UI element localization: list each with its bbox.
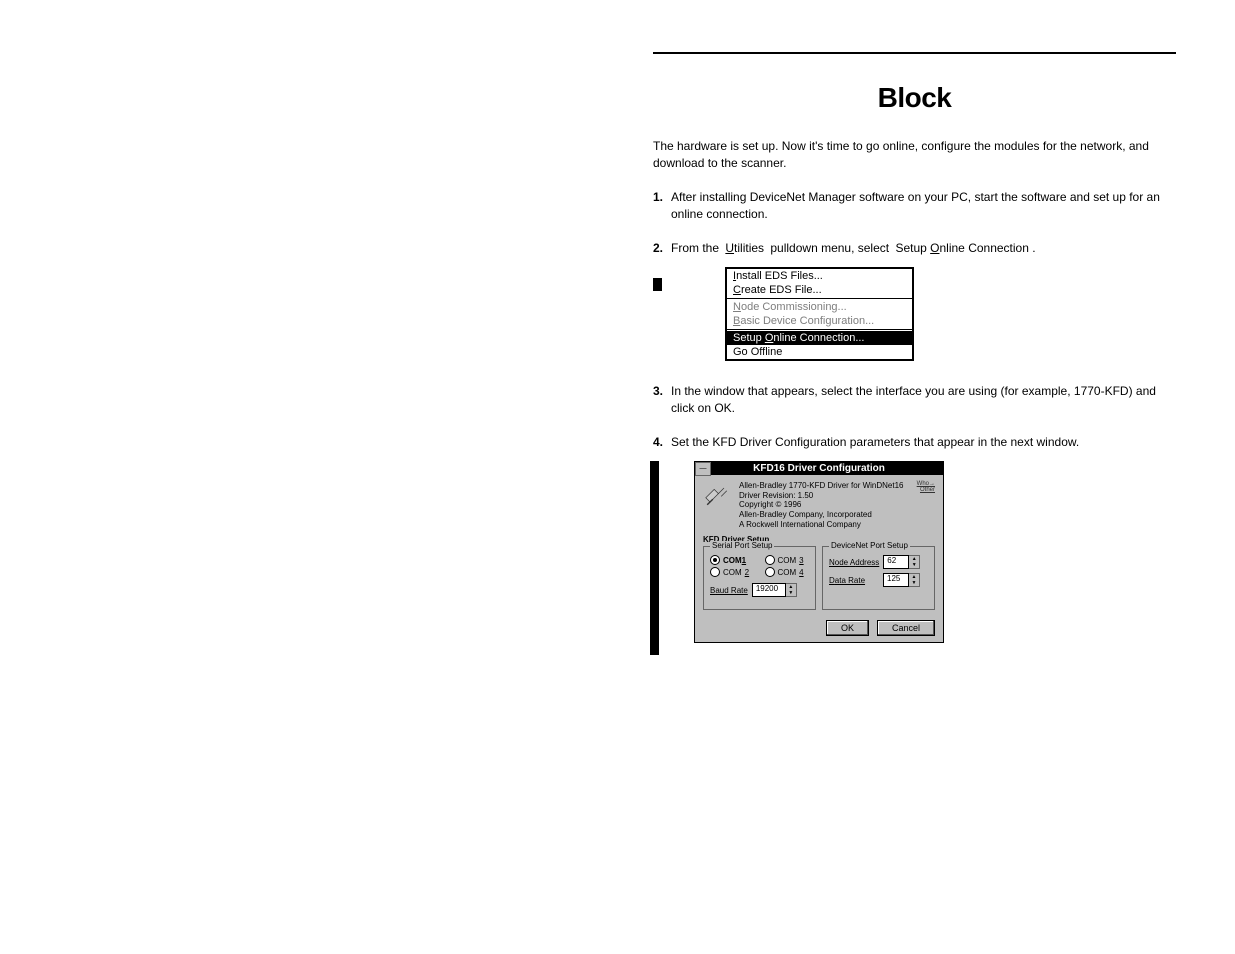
step-text-c: . (1032, 241, 1035, 255)
radio-icon (710, 555, 720, 565)
radio-icon (710, 567, 720, 577)
menu-item-go-offline[interactable]: Go Offline (727, 345, 912, 359)
step-number: 4. (653, 434, 663, 451)
menu-item-install-eds[interactable]: Install EDS Files... (727, 269, 912, 283)
system-menu-icon[interactable]: — (695, 462, 711, 476)
step-number: 2. (653, 240, 663, 257)
data-rate-value[interactable]: 125 (883, 573, 909, 587)
radio-com2[interactable]: COM2 (710, 567, 755, 577)
baud-rate-input[interactable]: 19200 ▲▼ (752, 583, 797, 597)
menu-word: Utilities (725, 241, 767, 255)
intro-paragraph: The hardware is set up. Now it's time to… (653, 138, 1176, 173)
radio-com1[interactable]: COM1 (710, 555, 755, 565)
step-text-b: pulldown menu, select (770, 241, 889, 255)
menu-item-node-commissioning: Node Commissioning... (727, 300, 912, 314)
spin-buttons[interactable]: ▲▼ (909, 555, 920, 569)
highlight-bar-dialog (650, 461, 659, 655)
step-text: After installing DeviceNet Manager softw… (671, 190, 1160, 221)
node-address-value[interactable]: 62 (883, 555, 909, 569)
meta-line: Copyright © 1996 (739, 500, 909, 510)
step-2: 2. From the Utilities pulldown menu, sel… (653, 240, 1176, 257)
dialog-title: KFD16 Driver Configuration (695, 462, 943, 475)
radio-com4[interactable]: COM4 (765, 567, 810, 577)
baud-rate-value[interactable]: 19200 (752, 583, 786, 597)
meta-line: Allen-Bradley 1770-KFD Driver for WinDNe… (739, 481, 909, 491)
horizontal-rule (653, 52, 1176, 54)
radio-com3[interactable]: COM3 (765, 555, 810, 565)
node-address-input[interactable]: 62 ▲▼ (883, 555, 920, 569)
connector-icon (703, 481, 731, 509)
step-number: 3. (653, 383, 663, 400)
menu-item-create-eds[interactable]: Create EDS File... (727, 283, 912, 297)
driver-meta: Allen-Bradley 1770-KFD Driver for WinDNe… (739, 481, 909, 529)
step-number: 1. (653, 189, 663, 206)
group-legend: DeviceNet Port Setup (829, 541, 910, 550)
utilities-menu: Install EDS Files... Create EDS File... … (725, 267, 914, 361)
kfd-driver-config-dialog: — KFD16 Driver Configuration Allen-Bra (694, 461, 944, 643)
menu-separator (727, 329, 912, 330)
step-4: 4. Set the KFD Driver Configuration para… (653, 434, 1176, 451)
step-1: 1. After installing DeviceNet Manager so… (653, 189, 1176, 224)
meta-line: Driver Revision: 1.50 (739, 491, 909, 501)
meta-line: Allen-Bradley Company, Incorporated (739, 510, 909, 520)
menu-item-setup-online[interactable]: Setup Online Connection... (727, 331, 912, 345)
spin-buttons[interactable]: ▲▼ (909, 573, 920, 587)
node-address-label: Node Address (829, 558, 879, 567)
group-legend: Serial Port Setup (710, 541, 774, 550)
serial-port-setup-group: Serial Port Setup COM1 COM3 COM2 COM4 Ba… (703, 546, 816, 610)
spin-buttons[interactable]: ▲▼ (786, 583, 797, 597)
step-text-a: From the (671, 241, 719, 255)
menu-item-basic-device-config: Basic Device Configuration... (727, 314, 912, 328)
radio-icon (765, 555, 775, 565)
baud-rate-label: Baud Rate (710, 586, 748, 595)
data-rate-label: Data Rate (829, 576, 865, 585)
step-text: In the window that appears, select the i… (671, 384, 1156, 415)
step-3: 3. In the window that appears, select th… (653, 383, 1176, 418)
selected-menu-item-ref: Setup Online Connection (895, 241, 1032, 255)
cancel-button[interactable]: Cancel (877, 620, 935, 636)
devicenet-port-setup-group: DeviceNet Port Setup Node Address 62 ▲▼ … (822, 546, 935, 610)
data-rate-input[interactable]: 125 ▲▼ (883, 573, 920, 587)
menu-separator (727, 298, 912, 299)
meta-line: A Rockwell International Company (739, 520, 909, 530)
step-text: Set the KFD Driver Configuration paramet… (671, 435, 1079, 449)
section-heading: Block (653, 82, 1176, 114)
ok-button[interactable]: OK (826, 620, 869, 636)
whoami-link[interactable]: Who→ Other (917, 481, 935, 493)
radio-icon (765, 567, 775, 577)
